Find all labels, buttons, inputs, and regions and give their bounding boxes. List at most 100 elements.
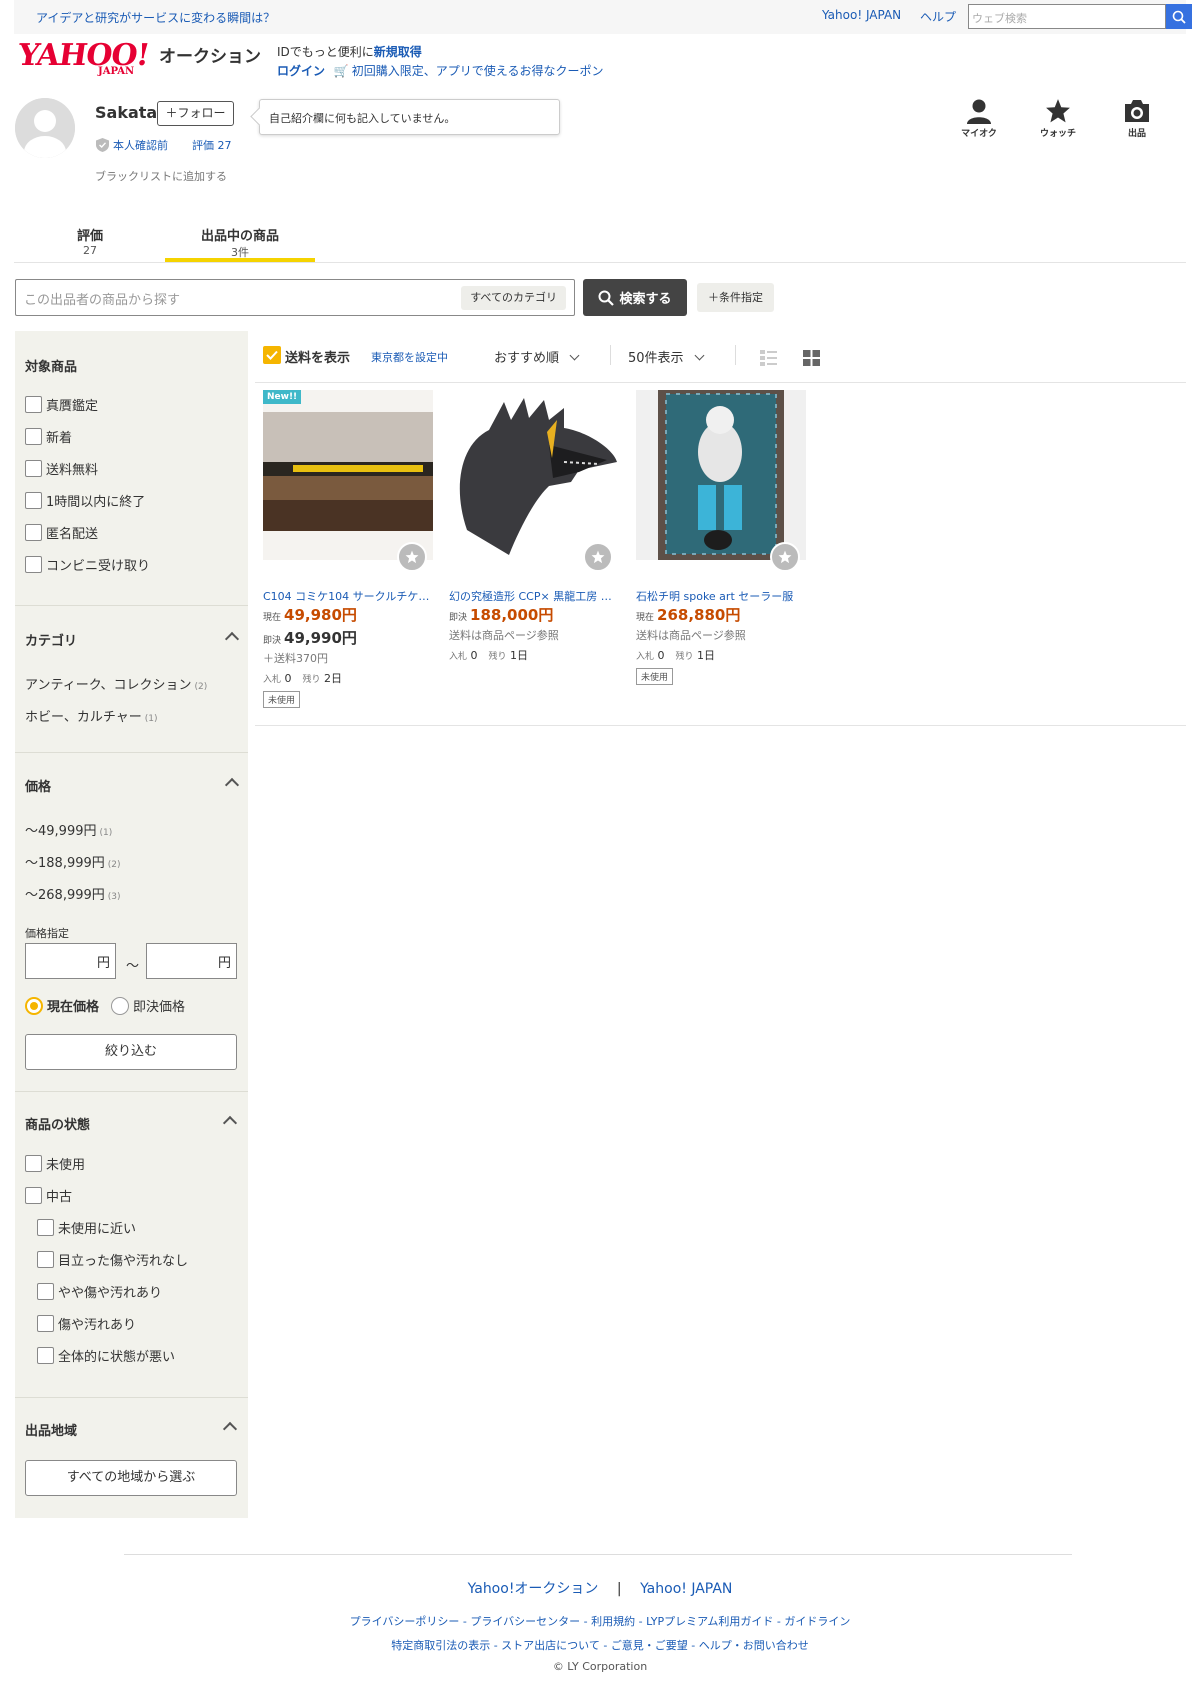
rating-link[interactable]: 評価 27: [192, 137, 232, 153]
grid-view-icon[interactable]: [803, 350, 820, 366]
price-max-input[interactable]: 円: [146, 943, 237, 979]
filter-anonymous[interactable]: 匿名配送: [25, 523, 98, 542]
category-count: (2): [194, 682, 208, 692]
radio-button[interactable]: [111, 996, 129, 1015]
filter-unused[interactable]: 未使用: [25, 1154, 85, 1173]
current-price: 49,980円: [284, 606, 357, 624]
filter-poor[interactable]: 全体的に状態が悪い: [37, 1346, 175, 1365]
seller-search-input[interactable]: この出品者の商品から探す すべてのカテゴリ: [15, 279, 575, 316]
filter-damaged[interactable]: 傷や汚れあり: [37, 1314, 136, 1333]
product-title[interactable]: 石松チ明 spoke art セーラー服: [636, 588, 806, 604]
help-link[interactable]: ヘルプ: [920, 8, 956, 25]
web-search-button[interactable]: [1166, 4, 1192, 29]
web-search-input[interactable]: ウェブ検索: [968, 4, 1166, 29]
product-card[interactable]: 幻の究極造形 CCP× 黒龍工房 ゴジラ 即決 188,000円 送料は商品ページ…: [449, 390, 624, 663]
checkbox[interactable]: [25, 396, 42, 413]
sell-link[interactable]: 出品: [1110, 98, 1164, 139]
myauc-link[interactable]: マイオク: [952, 98, 1006, 139]
footer-link[interactable]: ストア出店について: [501, 1639, 600, 1652]
checkbox[interactable]: [25, 556, 42, 573]
product-image[interactable]: [449, 390, 619, 572]
checkbox[interactable]: [25, 1187, 42, 1204]
ship-checkbox[interactable]: [263, 346, 281, 364]
footer-link[interactable]: ヘルプ・お問い合わせ: [699, 1639, 809, 1652]
price-range-1[interactable]: 〜49,999円 (1): [25, 820, 112, 839]
radio-buynow-price[interactable]: 即決価格: [111, 996, 185, 1015]
watch-star-button[interactable]: [583, 542, 613, 572]
filter-like-new[interactable]: 未使用に近い: [37, 1218, 136, 1237]
footer-link[interactable]: LYPプレミアム利用ガイド: [646, 1615, 773, 1628]
register-link[interactable]: 新規取得: [374, 45, 422, 59]
verification-status[interactable]: 本人確認前: [96, 137, 168, 153]
checkbox[interactable]: [25, 460, 42, 477]
list-view-icon[interactable]: [760, 350, 777, 366]
price-range-2[interactable]: 〜188,999円 (2): [25, 852, 121, 871]
footer-auction-link[interactable]: Yahoo!オークション: [468, 1581, 599, 1597]
sort-select[interactable]: おすすめ順: [494, 347, 580, 366]
tab-ratings[interactable]: 評価 27: [60, 225, 120, 257]
product-card[interactable]: New!! C104 コミケ104 サークルチケット 現在 49,980円 即決 4…: [263, 390, 438, 708]
product-card[interactable]: 石松チ明 spoke art セーラー服 現在 268,880円 送料は商品ページ…: [636, 390, 811, 685]
filter-ending-soon[interactable]: 1時間以内に終了: [25, 491, 145, 510]
region-button[interactable]: すべての地域から選ぶ: [25, 1460, 237, 1496]
ship-label[interactable]: 送料を表示: [285, 347, 350, 366]
tab-listings[interactable]: 出品中の商品 3件: [165, 225, 315, 260]
checkbox[interactable]: [25, 1155, 42, 1172]
chevron-up-icon[interactable]: [224, 777, 240, 793]
blacklist-link[interactable]: ブラックリストに追加する: [95, 168, 227, 184]
product-image[interactable]: [636, 390, 806, 572]
price-range-3[interactable]: 〜268,999円 (3): [25, 884, 121, 903]
filter-used[interactable]: 中古: [25, 1186, 72, 1205]
footer-link[interactable]: プライバシーポリシー: [350, 1615, 460, 1628]
checkbox[interactable]: [25, 428, 42, 445]
product-title[interactable]: C104 コミケ104 サークルチケット: [263, 588, 433, 604]
ship-area-link[interactable]: 東京都を設定中: [371, 349, 448, 365]
login-link[interactable]: ログイン: [277, 64, 325, 78]
category-select[interactable]: すべてのカテゴリ: [461, 286, 566, 310]
footer-yahoo-link[interactable]: Yahoo! JAPAN: [640, 1581, 732, 1597]
checkbox[interactable]: [37, 1315, 54, 1332]
time-left: 2日: [324, 672, 343, 685]
checkbox[interactable]: [37, 1251, 54, 1268]
checkbox[interactable]: [37, 1347, 54, 1364]
checkbox[interactable]: [37, 1219, 54, 1236]
yahoo-auction-logo[interactable]: YAHOO! JAPAN オークション: [16, 38, 261, 77]
checkbox[interactable]: [37, 1283, 54, 1300]
filter-label: 傷や汚れあり: [58, 1318, 137, 1333]
footer-link[interactable]: 利用規約: [591, 1615, 635, 1628]
category-antique[interactable]: アンティーク、コレクション (2): [25, 674, 207, 693]
chevron-up-icon[interactable]: [224, 631, 240, 647]
watch-star-button[interactable]: [770, 542, 800, 572]
footer-link[interactable]: プライバシーセンター: [470, 1615, 580, 1628]
narrow-button[interactable]: 絞り込む: [25, 1034, 237, 1070]
search-button[interactable]: 検索する: [583, 279, 687, 316]
checkbox[interactable]: [25, 524, 42, 541]
filter-new[interactable]: 新着: [25, 427, 72, 446]
category-hobby[interactable]: ホビー、カルチャー (1): [25, 706, 158, 725]
yahoo-japan-link[interactable]: Yahoo! JAPAN: [822, 8, 901, 22]
checkbox[interactable]: [25, 492, 42, 509]
radio-current-price[interactable]: 現在価格: [25, 996, 99, 1015]
coupon-link[interactable]: 初回購入限定、アプリで使えるお得なクーポン: [352, 64, 604, 78]
watch-link[interactable]: ウォッチ: [1031, 98, 1085, 139]
filter-free-shipping[interactable]: 送料無料: [25, 459, 98, 478]
footer-link[interactable]: ご意見・ご要望: [611, 1639, 688, 1652]
filter-convenience[interactable]: コンビニ受け取り: [25, 555, 150, 574]
filter-authentic[interactable]: 真贋鑑定: [25, 395, 98, 414]
watch-star-button[interactable]: [397, 542, 427, 572]
tagline-link[interactable]: アイデアと研究がサービスに変わる瞬間は？: [36, 9, 275, 26]
filter-some-damage[interactable]: やや傷や汚れあり: [37, 1282, 162, 1301]
footer-link[interactable]: 特定商取引法の表示: [391, 1639, 490, 1652]
product-title[interactable]: 幻の究極造形 CCP× 黒龍工房 ゴジラ: [449, 588, 619, 604]
price-min-input[interactable]: 円: [25, 943, 116, 979]
radio-button[interactable]: [25, 996, 43, 1015]
price-label: 〜188,999円: [25, 856, 105, 871]
per-page-select[interactable]: 50件表示: [628, 347, 704, 366]
filter-no-damage[interactable]: 目立った傷や汚れなし: [37, 1250, 188, 1269]
product-image[interactable]: New!!: [263, 390, 433, 572]
conditions-button[interactable]: ＋条件指定: [697, 283, 774, 312]
condition-badge: 未使用: [263, 691, 301, 708]
follow-button[interactable]: ＋フォロー: [157, 101, 234, 126]
results-divider: [255, 725, 1186, 726]
footer-link[interactable]: ガイドライン: [784, 1615, 850, 1628]
